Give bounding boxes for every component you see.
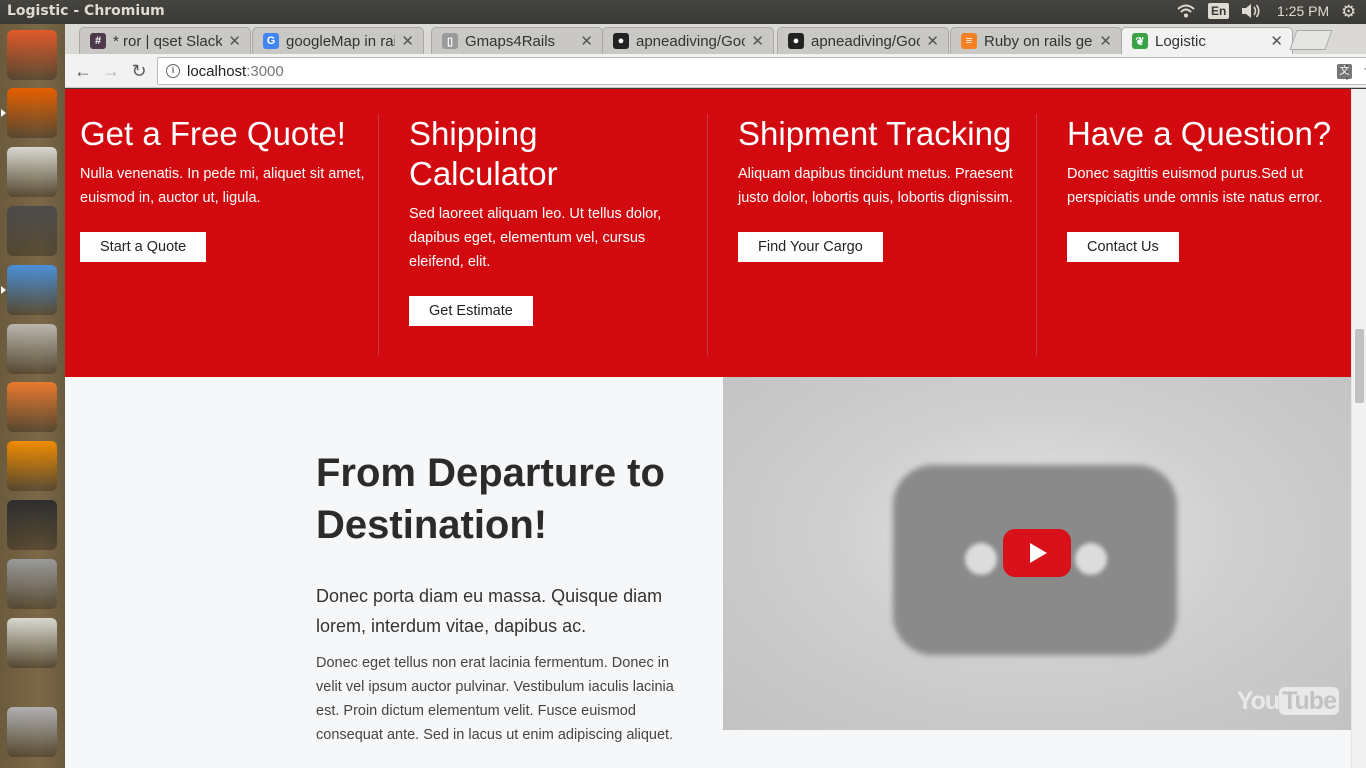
page-viewport: Get a Free Quote! Nulla venenatis. In ped… xyxy=(65,89,1366,768)
services-band: Get a Free Quote! Nulla venenatis. In ped… xyxy=(65,89,1351,377)
browser-tab[interactable]: ❦ Logistic ✕ xyxy=(1121,27,1293,54)
column-divider xyxy=(1036,114,1037,356)
system-settings-icon[interactable] xyxy=(7,559,57,609)
tab-label: Gmaps4Rails xyxy=(465,33,556,50)
forward-arrow-icon[interactable]: → xyxy=(100,60,122,82)
url-text[interactable]: localhost:3000 xyxy=(187,63,284,80)
site-info-icon[interactable]: i xyxy=(166,64,180,78)
notes-icon[interactable] xyxy=(7,618,57,668)
new-tab-button[interactable] xyxy=(1289,30,1333,50)
browser-tab[interactable]: ▯ Gmaps4Rails ✕ xyxy=(431,27,603,54)
feature-text: Nulla venenatis. In pede mi, aliquet sit… xyxy=(80,166,365,206)
browser-tab[interactable]: # * ror | qset Slack ✕ xyxy=(79,27,251,54)
browser-tab[interactable]: ≡ Ruby on rails gem ✕ xyxy=(950,27,1122,54)
sublime-text-icon[interactable] xyxy=(7,206,57,256)
software-center-icon[interactable] xyxy=(7,382,57,432)
slack-icon: # xyxy=(90,33,106,49)
address-bar[interactable]: i localhost:3000 文 ☆ xyxy=(157,57,1366,85)
launcher xyxy=(0,24,65,768)
text-editor-icon[interactable] xyxy=(7,147,57,197)
tab-label: Ruby on rails gem xyxy=(984,33,1093,50)
tab-label: * ror | qset Slack xyxy=(113,33,222,50)
files-icon[interactable] xyxy=(7,324,57,374)
close-tab-icon[interactable]: ✕ xyxy=(751,32,764,50)
feature-button[interactable]: Start a Quote xyxy=(80,232,207,262)
tab-label: apneadiving/Google xyxy=(636,33,745,50)
feature-text: Sed laoreet aliquam leo. Ut tellus dolor… xyxy=(409,206,662,270)
reload-icon[interactable]: ↻ xyxy=(128,60,150,82)
terminal-icon[interactable] xyxy=(7,500,57,550)
feature-title: Shipping Calculator xyxy=(409,115,558,192)
wifi-icon[interactable] xyxy=(1176,3,1196,22)
url-host: localhost xyxy=(187,63,247,80)
youtube-logo[interactable]: You Tube xyxy=(1237,687,1339,716)
close-tab-icon[interactable]: ✕ xyxy=(926,32,939,50)
about-body: Donec eget tellus non erat lacinia ferme… xyxy=(316,655,674,743)
youtube-video-embed[interactable]: You Tube xyxy=(723,377,1351,730)
feature-column: Have a Question? Donec sagittis euismod p… xyxy=(1067,114,1366,262)
close-tab-icon[interactable]: ✕ xyxy=(228,32,241,50)
feature-title: Have a Question? xyxy=(1067,115,1332,152)
scrollbar-thumb[interactable] xyxy=(1355,329,1364,403)
leaf-icon: ❦ xyxy=(1132,33,1148,49)
youtube-logo-tube: Tube xyxy=(1279,687,1339,715)
feature-button[interactable]: Find Your Cargo xyxy=(738,232,883,262)
browser-tab[interactable]: ● apneadiving/Google ✕ xyxy=(777,27,949,54)
video-thumbnail-dot xyxy=(965,543,997,575)
about-section: From Departure to Destination! Donec por… xyxy=(65,377,1351,768)
feature-text: Aliquam dapibus tincidunt metus. Praesen… xyxy=(738,166,1013,206)
window-title: Logistic - Chromium xyxy=(7,3,165,19)
chromium-icon[interactable] xyxy=(7,265,57,315)
clock[interactable]: 1:25 PM xyxy=(1277,3,1329,19)
browser-toolbar: ← → ↻ i localhost:3000 文 ☆ ⋮ xyxy=(65,54,1366,88)
os-top-panel: Logistic - Chromium En 1:25 PM ⚙ xyxy=(0,0,1366,24)
tab-label: Logistic xyxy=(1155,33,1206,50)
play-icon xyxy=(1030,543,1047,563)
feature-column: Shipping Calculator Sed laoreet aliquam l… xyxy=(409,114,709,326)
running-indicator xyxy=(1,286,6,294)
stackoverflow-icon: ≡ xyxy=(961,33,977,49)
tab-label: googleMap in rails xyxy=(286,33,395,50)
browser-tab[interactable]: GgoogleMap in rails ✕ xyxy=(252,27,424,54)
feature-text: Donec sagittis euismod purus.Sed ut pers… xyxy=(1067,166,1323,206)
github-icon: ● xyxy=(613,33,629,49)
github-icon: ● xyxy=(788,33,804,49)
about-heading: From Departure to Destination! xyxy=(316,451,665,547)
running-indicator xyxy=(1,109,6,117)
feature-button[interactable]: Contact Us xyxy=(1067,232,1179,262)
close-tab-icon[interactable]: ✕ xyxy=(580,32,593,50)
keyboard-layout-indicator[interactable]: En xyxy=(1208,3,1230,19)
session-gear-icon[interactable]: ⚙ xyxy=(1341,2,1356,22)
feature-title: Shipment Tracking xyxy=(738,115,1012,152)
document-icon: ▯ xyxy=(442,33,458,49)
vlc-icon[interactable] xyxy=(7,441,57,491)
close-tab-icon[interactable]: ✕ xyxy=(1270,32,1283,50)
play-button[interactable] xyxy=(1003,529,1071,577)
ubuntu-dash-icon[interactable] xyxy=(7,30,57,80)
url-port: :3000 xyxy=(246,63,284,80)
close-tab-icon[interactable]: ✕ xyxy=(1099,32,1112,50)
browser-tab[interactable]: ● apneadiving/Google ✕ xyxy=(602,27,774,54)
column-divider xyxy=(378,114,379,356)
feature-column: Get a Free Quote! Nulla venenatis. In ped… xyxy=(80,114,380,262)
column-divider xyxy=(707,114,708,356)
about-lead: Donec porta diam eu massa. Quisque diam … xyxy=(316,586,663,636)
feature-button[interactable]: Get Estimate xyxy=(409,296,533,326)
feature-title: Get a Free Quote! xyxy=(80,115,346,152)
volume-icon[interactable] xyxy=(1240,3,1262,22)
back-arrow-icon[interactable]: ← xyxy=(72,60,94,82)
browser-menu-icon[interactable]: ⋮ xyxy=(1338,62,1356,83)
video-thumbnail-dot xyxy=(1075,543,1107,575)
google-icon: G xyxy=(263,33,279,49)
page-scrollbar[interactable] xyxy=(1351,89,1366,768)
close-tab-icon[interactable]: ✕ xyxy=(401,32,414,50)
tab-strip: # * ror | qset Slack ✕ GgoogleMap in rails ✕… xyxy=(65,24,1366,54)
firefox-icon[interactable] xyxy=(7,88,57,138)
youtube-logo-you: You xyxy=(1236,687,1280,715)
trash-icon[interactable] xyxy=(7,707,57,757)
feature-column: Shipment Tracking Aliquam dapibus tincidu… xyxy=(738,114,1038,262)
tab-label: apneadiving/Google xyxy=(811,33,920,50)
